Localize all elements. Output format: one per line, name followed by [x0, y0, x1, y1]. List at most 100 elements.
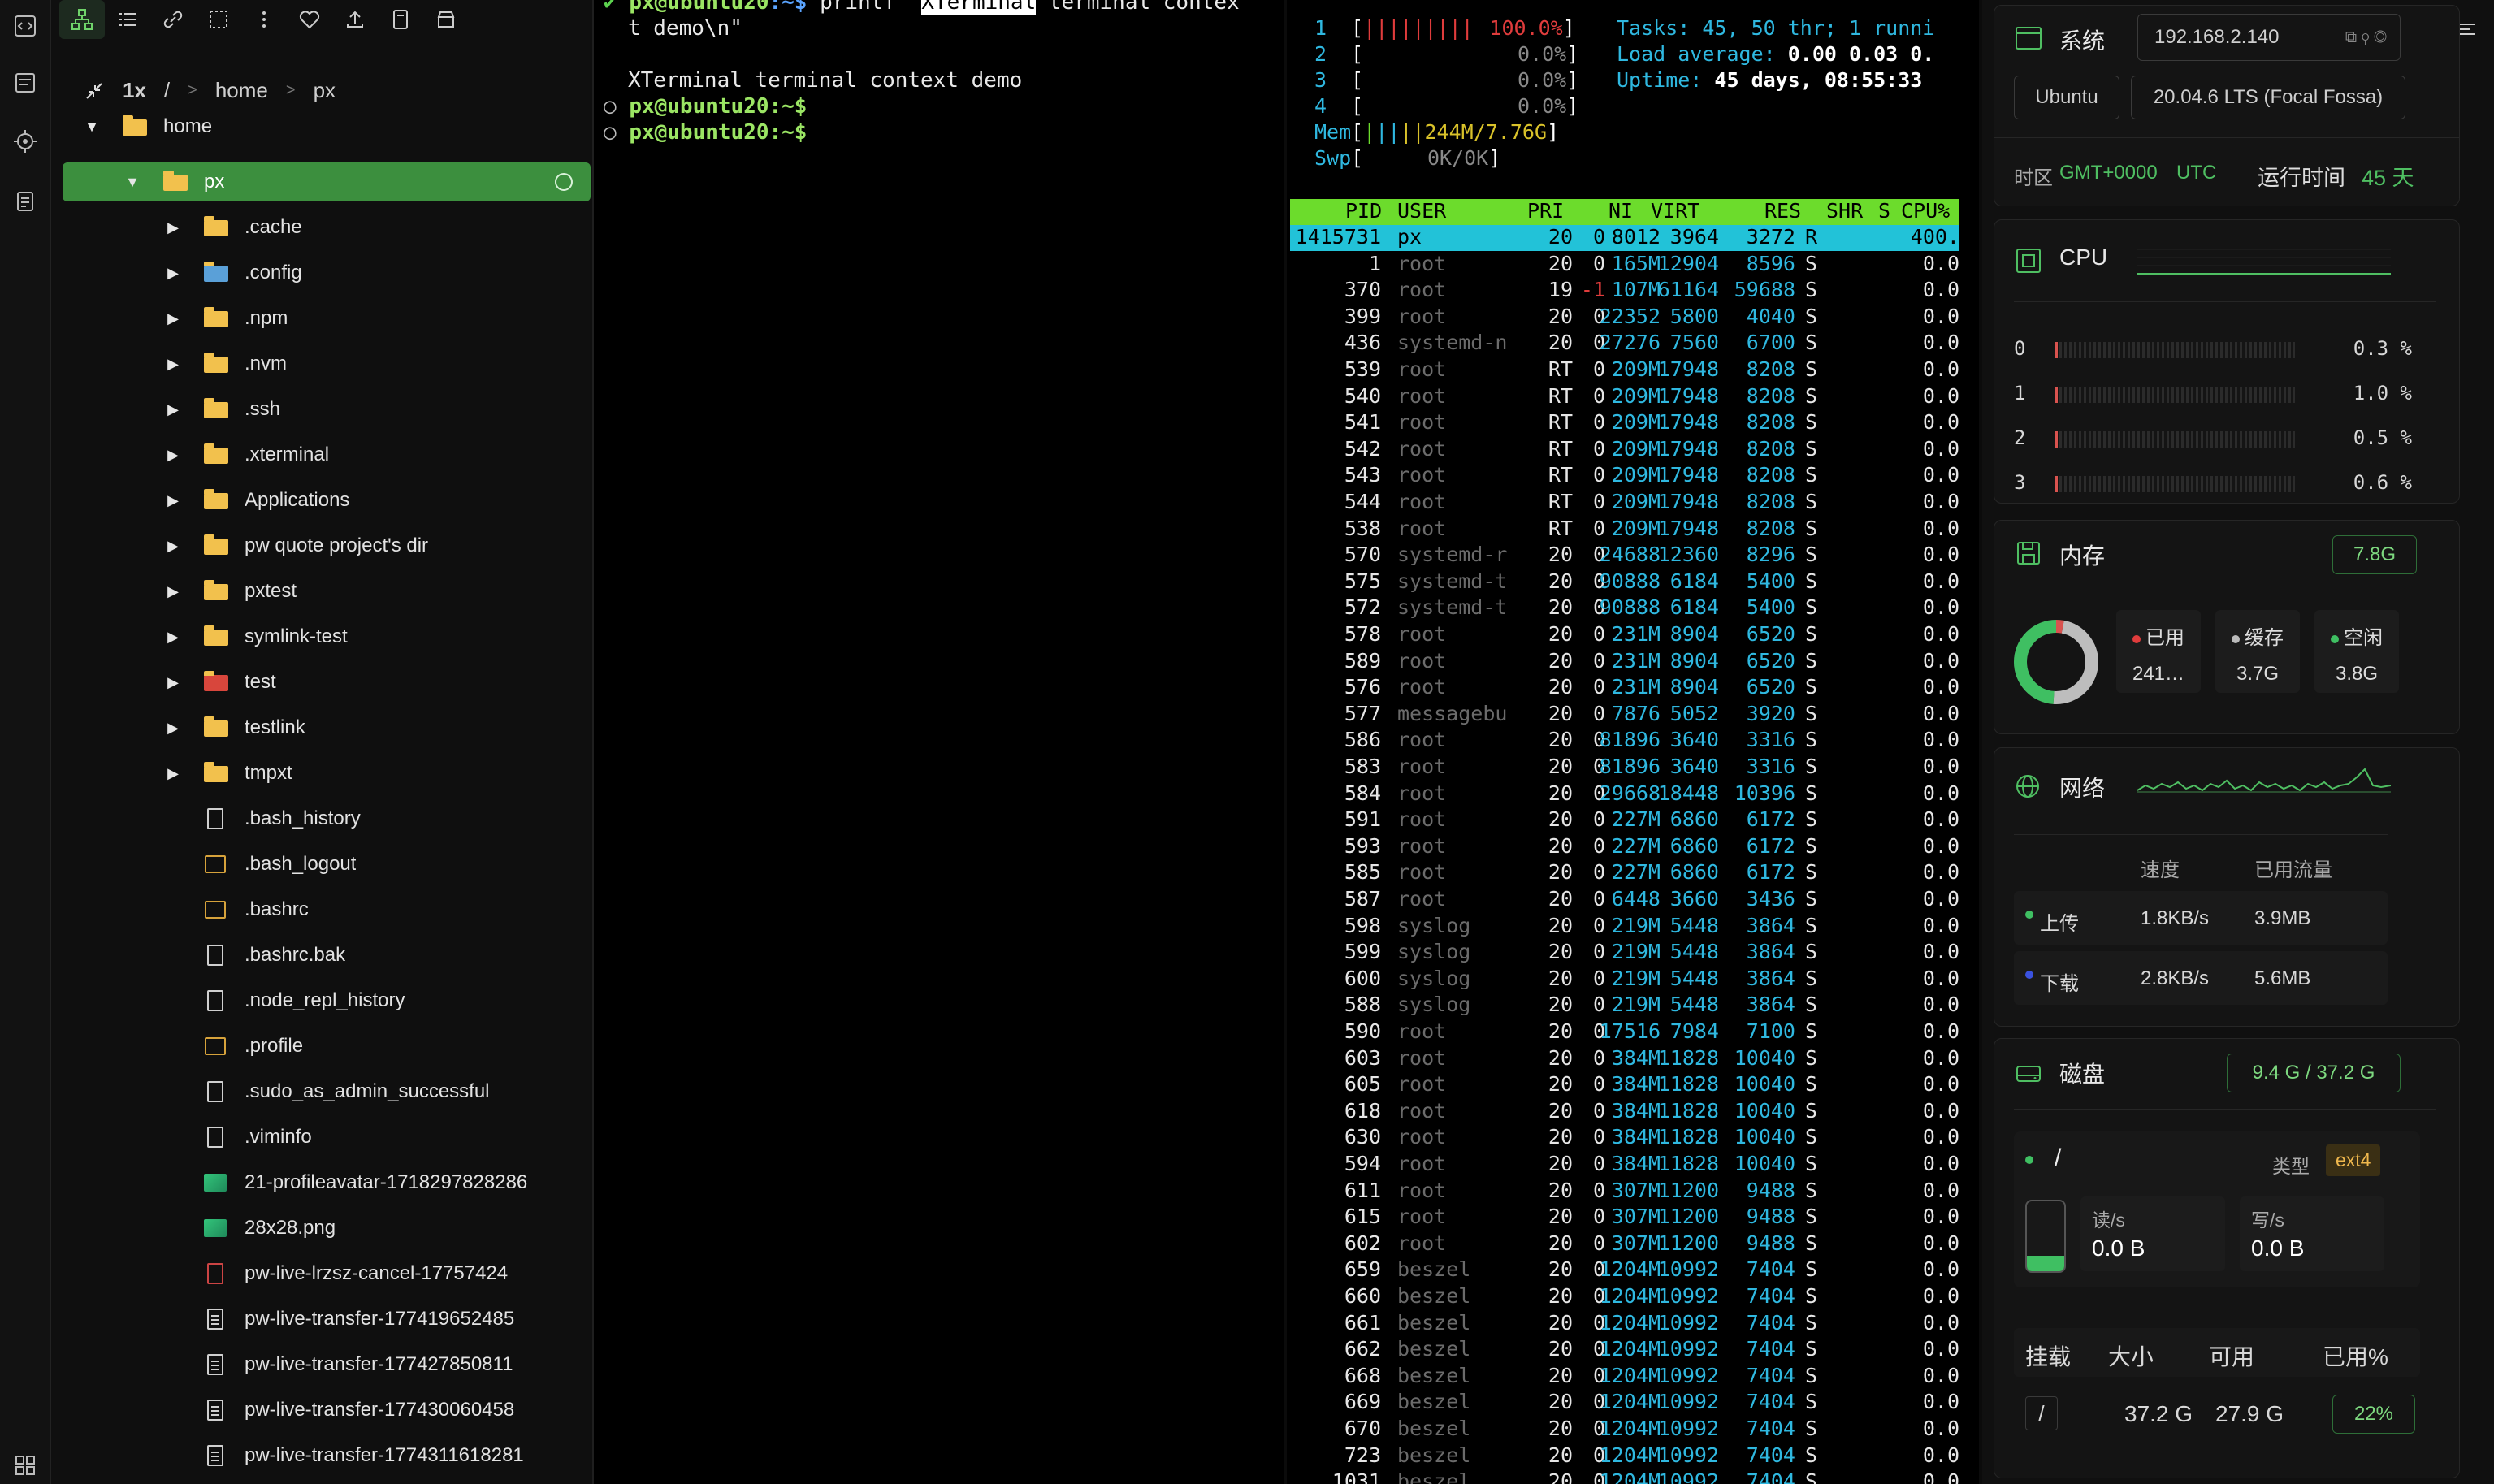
folder-item[interactable]: ▶ Applications [63, 481, 591, 520]
chevron-right-icon[interactable]: ▶ [165, 674, 181, 691]
htop-process-row[interactable]: 1031 beszel 20 0 1204M 10992 7404 S 0.0 [1290, 1469, 1959, 1484]
htop-process-row[interactable]: 543 root RT 0 209M 17948 8208 S 0.0 [1290, 463, 1959, 489]
htop-process-row[interactable]: 603 root 20 0 384M 11828 10040 S 0.0 [1290, 1046, 1959, 1072]
htop-process-row[interactable]: 539 root RT 0 209M 17948 8208 S 0.0 [1290, 357, 1959, 383]
chevron-right-icon[interactable]: ▶ [165, 219, 181, 236]
htop-process-row[interactable]: 605 root 20 0 384M 11828 10040 S 0.0 [1290, 1072, 1959, 1098]
htop-column-header[interactable]: VIRT [1651, 199, 1699, 223]
file-item[interactable]: .bash_history [63, 799, 591, 838]
htop-column-header[interactable]: S [1878, 199, 1890, 223]
file-item[interactable]: .bashrc [63, 890, 591, 929]
htop-process-row[interactable]: 611 root 20 0 307M 11200 9488 S 0.0 [1290, 1179, 1959, 1205]
folder-item[interactable]: ▶ .nvm [63, 344, 591, 383]
chevron-right-icon[interactable]: ▶ [165, 401, 181, 418]
chevron-right-icon[interactable]: ▶ [165, 538, 181, 555]
more-options-button[interactable] [241, 0, 287, 39]
folder-item[interactable]: ▶ .npm [63, 299, 591, 338]
chevron-down-icon[interactable]: ▼ [124, 174, 141, 191]
folder-item[interactable]: ▶ .cache [63, 208, 591, 247]
archive-button[interactable] [423, 0, 469, 39]
chevron-right-icon[interactable]: ▶ [165, 310, 181, 327]
htop-process-row[interactable]: 585 root 20 0 227M 6860 6172 S 0.0 [1290, 860, 1959, 886]
htop-process-row[interactable]: 618 root 20 0 384M 11828 10040 S 0.0 [1290, 1099, 1959, 1125]
htop-process-row[interactable]: 586 root 20 0 81896 3640 3316 S 0.0 [1290, 728, 1959, 754]
favorite-button[interactable] [287, 0, 332, 39]
breadcrumb-px[interactable]: px [314, 78, 336, 103]
htop-process-row[interactable]: 538 root RT 0 209M 17948 8208 S 0.0 [1290, 517, 1959, 543]
terminal-left[interactable]: ✔ px@ubuntu20:~$ printf "XTerminal termi… [594, 0, 1284, 1484]
htop-process-row[interactable]: 587 root 20 0 6448 3660 3436 S 0.0 [1290, 887, 1959, 913]
htop-process-row[interactable]: 615 root 20 0 307M 11200 9488 S 0.0 [1290, 1205, 1959, 1231]
chevron-right-icon[interactable]: ▶ [165, 492, 181, 509]
htop-process-row[interactable]: 1415731 px 20 0 8012 3964 3272 R 400. [1290, 225, 1959, 251]
htop-column-header[interactable]: USER [1397, 199, 1446, 223]
htop-process-row[interactable]: 572 systemd-t 20 0 90888 6184 5400 S 0.0 [1290, 595, 1959, 621]
folder-item[interactable]: ▶ tmpxt [63, 754, 591, 793]
folder-item[interactable]: ▶ .config [63, 253, 591, 292]
htop-process-row[interactable]: 583 root 20 0 81896 3640 3316 S 0.0 [1290, 755, 1959, 781]
chevron-right-icon[interactable]: ▶ [165, 765, 181, 782]
htop-column-header[interactable]: SHR [1826, 199, 1863, 223]
file-item[interactable]: .node_repl_history [63, 981, 591, 1020]
chevron-right-icon[interactable]: ▶ [165, 447, 181, 464]
htop-process-row[interactable]: 662 beszel 20 0 1204M 10992 7404 S 0.0 [1290, 1337, 1959, 1363]
htop-process-row[interactable]: 577 messagebu 20 0 7876 5052 3920 S 0.0 [1290, 702, 1959, 728]
folder-item[interactable]: ▶ test [63, 663, 591, 702]
htop-process-row[interactable]: 399 root 20 0 22352 5800 4040 S 0.0 [1290, 305, 1959, 331]
file-item[interactable]: .bashrc.bak [63, 936, 591, 975]
htop-process-row[interactable]: 593 root 20 0 227M 6860 6172 S 0.0 [1290, 834, 1959, 860]
tree-view-button[interactable] [59, 0, 105, 39]
file-item[interactable]: 21-profileavatar-1718297828286 [63, 1163, 591, 1202]
collapse-arrows-icon[interactable] [84, 80, 105, 102]
folder-item[interactable]: ▶ testlink [63, 708, 591, 747]
select-all-button[interactable] [196, 0, 241, 39]
folder-item[interactable]: ▶ pxtest [63, 572, 591, 611]
htop-process-row[interactable]: 599 syslog 20 0 219M 5448 3864 S 0.0 [1290, 940, 1959, 966]
zoom-level[interactable]: 1x [123, 78, 146, 103]
file-item[interactable]: pw-live-transfer-177430060458 [63, 1391, 591, 1430]
folder-item[interactable]: ▶ .xterminal [63, 435, 591, 474]
htop-process-row[interactable]: 541 root RT 0 209M 17948 8208 S 0.0 [1290, 410, 1959, 436]
htop-process-row[interactable]: 670 beszel 20 0 1204M 10992 7404 S 0.0 [1290, 1417, 1959, 1443]
breadcrumb-root[interactable]: / [164, 78, 170, 103]
htop-process-row[interactable]: 591 root 20 0 227M 6860 6172 S 0.0 [1290, 807, 1959, 833]
file-item[interactable]: 28x28.png [63, 1209, 591, 1248]
breadcrumb-home[interactable]: home [215, 78, 268, 103]
htop-process-row[interactable]: 669 beszel 20 0 1204M 10992 7404 S 0.0 [1290, 1390, 1959, 1416]
htop-process-row[interactable]: 544 root RT 0 209M 17948 8208 S 0.0 [1290, 490, 1959, 516]
file-item[interactable]: .profile [63, 1027, 591, 1066]
folder-item[interactable]: ▼ home [63, 107, 591, 146]
htop-process-row[interactable]: 668 beszel 20 0 1204M 10992 7404 S 0.0 [1290, 1364, 1959, 1390]
chevron-right-icon[interactable]: ▶ [165, 629, 181, 646]
htop-process-row[interactable]: 542 root RT 0 209M 17948 8208 S 0.0 [1290, 437, 1959, 463]
htop-column-header[interactable]: RES [1764, 199, 1801, 223]
htop-process-row[interactable]: 584 root 20 0 29668 18448 10396 S 0.0 [1290, 781, 1959, 807]
file-item[interactable]: pw-live-lrzsz-cancel-17757424 [63, 1254, 591, 1293]
htop-column-header[interactable]: PRI [1527, 199, 1564, 223]
htop-column-header[interactable]: CPU% [1901, 199, 1950, 223]
file-item[interactable]: .viminfo [63, 1118, 591, 1157]
disk-row-mount[interactable]: / [2025, 1396, 2058, 1430]
htop-process-row[interactable]: 630 root 20 0 384M 11828 10040 S 0.0 [1290, 1125, 1959, 1151]
upload-button[interactable] [332, 0, 378, 39]
htop-process-row[interactable]: 578 root 20 0 231M 8904 6520 S 0.0 [1290, 622, 1959, 648]
htop-process-row[interactable]: 661 beszel 20 0 1204M 10992 7404 S 0.0 [1290, 1311, 1959, 1337]
terminal-htop[interactable]: 1 [||||||||| 100.0%] 2 [0.0%] 3 [0.0%] 4 [0.… [1287, 0, 1979, 1484]
file-item[interactable]: .sudo_as_admin_successful [63, 1072, 591, 1111]
folder-item[interactable]: ▶ .ssh [63, 390, 591, 429]
htop-process-row[interactable]: 570 systemd-r 20 0 24688 12360 8296 S 0.0 [1290, 543, 1959, 569]
new-file-button[interactable] [378, 0, 423, 39]
htop-process-row[interactable]: 1 root 20 0 165M 12904 8596 S 0.0 [1290, 252, 1959, 278]
htop-process-row[interactable]: 588 syslog 20 0 219M 5448 3864 S 0.0 [1290, 993, 1959, 1019]
chevron-right-icon[interactable]: ▶ [165, 265, 181, 282]
htop-column-header[interactable]: NI [1609, 199, 1633, 223]
info-circle-icon[interactable] [555, 173, 573, 191]
file-item[interactable]: pw-live-transfer-1774311618281 [63, 1436, 591, 1475]
folder-item[interactable]: ▼ px [63, 162, 591, 201]
server-list-icon[interactable] [11, 68, 40, 97]
location-target-icon[interactable] [11, 127, 40, 156]
document-icon[interactable] [11, 187, 40, 216]
link-button[interactable] [150, 0, 196, 39]
folder-item[interactable]: ▶ symlink-test [63, 617, 591, 656]
htop-process-row[interactable]: 598 syslog 20 0 219M 5448 3864 S 0.0 [1290, 914, 1959, 940]
